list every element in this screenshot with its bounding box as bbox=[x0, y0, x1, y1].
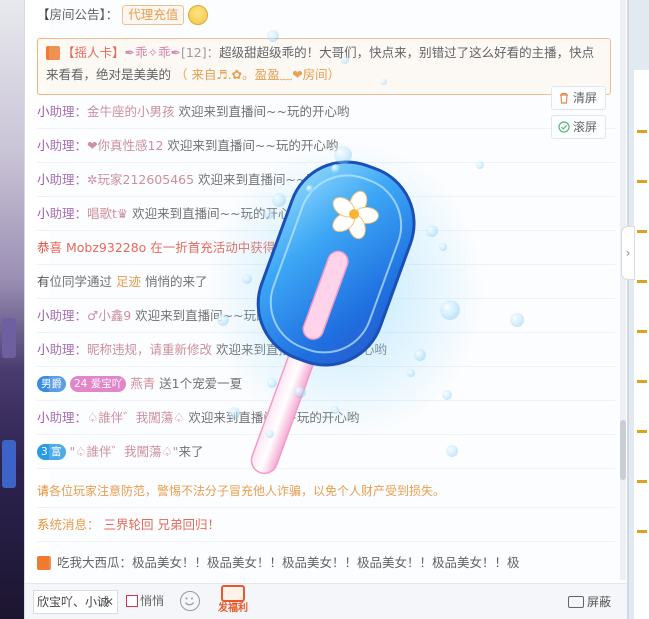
block-label: 屏蔽 bbox=[587, 595, 612, 609]
block-icon bbox=[568, 595, 584, 608]
rank-marker bbox=[637, 230, 647, 233]
chat-input-bar: 欣宝吖、小诚 ✕ 悄悄 发福利 屏蔽 bbox=[25, 583, 627, 619]
right-side-panel bbox=[628, 0, 649, 619]
gift-effect-wash bbox=[49, 0, 627, 583]
smile-icon bbox=[184, 597, 195, 606]
rank-marker bbox=[637, 180, 647, 183]
scrollbar-thumb[interactable] bbox=[620, 420, 626, 480]
video-decoration bbox=[2, 318, 16, 358]
rank-marker bbox=[637, 380, 647, 383]
checkbox-box[interactable] bbox=[126, 594, 138, 607]
video-decoration bbox=[2, 440, 16, 488]
close-icon[interactable]: ✕ bbox=[104, 591, 114, 613]
gift-box-icon bbox=[221, 585, 245, 602]
chat-panel: 【房间公告】： 代理充值 【摇人卡】✒乖✧乖✒[12]：超级甜超级乖的！大哥们，… bbox=[24, 0, 628, 619]
video-area-edge bbox=[0, 0, 24, 619]
chevron-right-icon: › bbox=[625, 246, 631, 260]
whisper-checkbox[interactable]: 悄悄 bbox=[126, 593, 164, 609]
emoji-icon[interactable] bbox=[180, 591, 200, 611]
right-panel-content bbox=[634, 70, 649, 619]
recipient-name: 欣宝吖、小诚 bbox=[37, 595, 110, 609]
rank-marker bbox=[637, 330, 647, 333]
rank-marker bbox=[637, 480, 647, 483]
rank-marker bbox=[637, 530, 647, 533]
block-button[interactable]: 屏蔽 bbox=[568, 593, 611, 610]
send-welfare-label: 发福利 bbox=[218, 603, 248, 614]
send-welfare-button[interactable]: 发福利 bbox=[215, 585, 251, 619]
rank-marker bbox=[637, 430, 647, 433]
chat-scrollbar[interactable] bbox=[620, 0, 626, 580]
recipient-input[interactable]: 欣宝吖、小诚 ✕ bbox=[33, 590, 118, 614]
rank-marker bbox=[637, 130, 647, 133]
rank-marker bbox=[637, 280, 647, 283]
whisper-label: 悄悄 bbox=[140, 594, 165, 608]
collapse-panel-button[interactable]: › bbox=[621, 226, 635, 280]
